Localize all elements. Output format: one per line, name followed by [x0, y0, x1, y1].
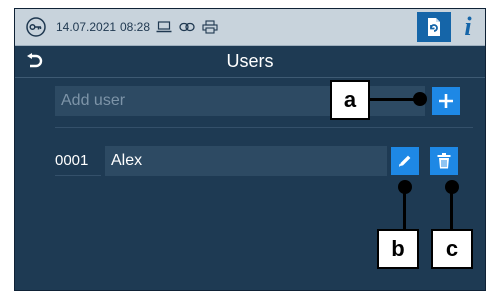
title-bar: Users: [15, 46, 485, 76]
edit-user-button[interactable]: [391, 147, 419, 175]
status-time: 08:28: [120, 20, 151, 34]
callout-c-dot: [445, 180, 459, 194]
user-id: 0001: [55, 146, 101, 176]
info-icon: i: [464, 12, 472, 41]
add-user-button[interactable]: [432, 87, 460, 115]
callout-a-dot: [413, 92, 427, 106]
callout-c: c: [431, 229, 473, 269]
section-divider: [55, 127, 473, 128]
key-icon: [23, 9, 49, 45]
status-date: 14.07.2021: [56, 20, 117, 34]
link-icon: [178, 9, 196, 45]
callout-b-dot: [398, 180, 412, 194]
plus-icon: [438, 93, 454, 109]
delete-user-button[interactable]: [430, 147, 458, 175]
status-bar: 14.07.2021 08:28 i: [15, 9, 485, 46]
header-divider: [15, 77, 485, 78]
document-sync-button[interactable]: [417, 12, 451, 42]
info-button[interactable]: i: [451, 9, 485, 45]
callout-a: a: [330, 80, 370, 120]
pencil-icon: [397, 153, 413, 169]
document-sync-icon: [424, 17, 444, 37]
page-title: Users: [226, 51, 274, 71]
trash-icon: [437, 153, 451, 169]
printer-icon: [201, 9, 219, 45]
callout-a-leader: [366, 98, 420, 101]
laptop-icon: [155, 9, 173, 45]
user-name-field[interactable]: Alex: [105, 146, 387, 176]
callout-b: b: [377, 229, 419, 269]
